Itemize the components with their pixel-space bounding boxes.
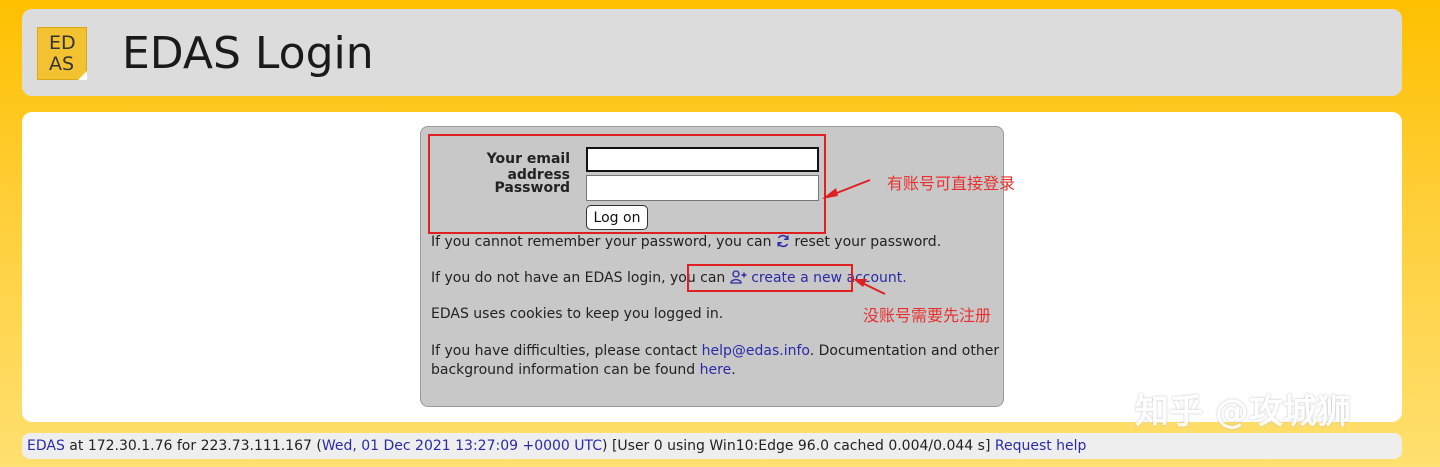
- create-prefix: If you do not have an EDAS login, you ca…: [431, 270, 726, 286]
- logo-line1: ED: [49, 32, 76, 54]
- register-arrow-icon: [853, 279, 886, 295]
- footer-edas-link[interactable]: EDAS: [27, 438, 65, 454]
- edas-logo: ED AS: [37, 27, 87, 80]
- page-title: EDAS Login: [122, 28, 374, 79]
- help-email-link[interactable]: help@edas.info: [702, 343, 810, 359]
- register-highlight-box: [687, 264, 853, 292]
- help-line2-prefix: background information can be found: [431, 362, 696, 378]
- help-suffix: .: [731, 362, 736, 378]
- footer-timestamp[interactable]: Wed, 01 Dec 2021 13:27:09 +0000 UTC: [322, 438, 602, 454]
- help-prefix: If you have difficulties, please contact: [431, 343, 698, 359]
- documentation-here-link[interactable]: here: [700, 362, 732, 378]
- login-annotation: 有账号可直接登录: [887, 174, 1016, 193]
- reset-password-link[interactable]: reset your password.: [794, 234, 941, 250]
- page-header: ED AS EDAS Login: [22, 9, 1402, 96]
- login-highlight-box: [428, 134, 826, 234]
- request-help-link[interactable]: Request help: [995, 438, 1087, 454]
- cookies-notice: EDAS uses cookies to keep you logged in.: [431, 306, 724, 322]
- refresh-icon[interactable]: [776, 234, 790, 252]
- help-line-2: background information can be found here…: [431, 362, 736, 378]
- footer-server-text: at 172.30.1.76 for 223.73.111.167 (: [64, 438, 322, 454]
- register-annotation: 没账号需要先注册: [863, 306, 992, 325]
- footer-user-info: ) [User 0 using Win10:Edge 96.0 cached 0…: [602, 438, 995, 454]
- reset-prefix: If you cannot remember your password, yo…: [431, 234, 772, 250]
- help-mid: . Documentation and other: [809, 343, 1000, 359]
- reset-password-line: If you cannot remember your password, yo…: [431, 234, 941, 252]
- help-line-1: If you have difficulties, please contact…: [431, 343, 999, 359]
- status-footer: EDAS at 172.30.1.76 for 223.73.111.167 (…: [22, 433, 1402, 459]
- zhihu-watermark: 知乎 @攻城狮: [1135, 392, 1351, 432]
- login-arrow-icon: [822, 179, 871, 199]
- logo-fold-corner: [78, 71, 87, 80]
